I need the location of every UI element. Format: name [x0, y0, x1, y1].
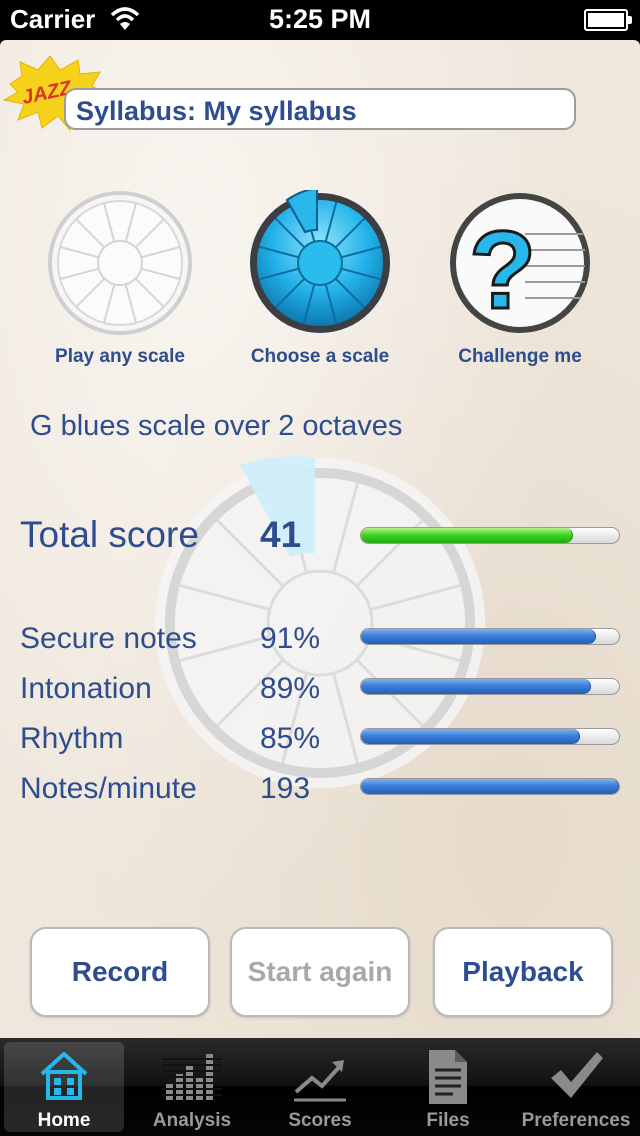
start-again-button[interactable]: Start again [230, 927, 410, 1017]
playback-button[interactable]: Playback [433, 927, 613, 1017]
rhythm-bar [360, 728, 620, 745]
home-icon [40, 1052, 88, 1100]
secure-notes-bar [360, 628, 620, 645]
play-any-scale-label: Play any scale [55, 346, 185, 367]
tab-scores[interactable]: Scores [256, 1038, 384, 1136]
tab-files-label: Files [426, 1110, 470, 1131]
line-chart-icon [294, 1060, 346, 1102]
total-score-value: 41 [260, 514, 302, 555]
bars-icon [162, 1054, 222, 1100]
challenge-me-label: Challenge me [458, 346, 582, 367]
question-staff-icon: ? [450, 193, 590, 334]
tab-scores-label: Scores [288, 1110, 352, 1131]
tab-bar: Home Analysis Scores Files Preferences [0, 1038, 640, 1136]
intonation-bar [360, 678, 620, 695]
wheel-grey-icon [48, 191, 192, 335]
rhythm-label: Rhythm [20, 722, 124, 755]
home-screen: JAZZ Syllabus: My syllabus Play any scal… [0, 40, 640, 1038]
notes-per-minute-bar [360, 778, 620, 795]
choose-a-scale-button[interactable]: Choose a scale [220, 190, 420, 368]
notes-per-minute-value: 193 [260, 772, 311, 805]
tab-preferences-label: Preferences [521, 1110, 631, 1131]
intonation-label: Intonation [20, 672, 152, 705]
status-bar: Carrier 5:25 PM [0, 0, 640, 40]
record-button[interactable]: Record [30, 927, 210, 1017]
tab-analysis[interactable]: Analysis [128, 1038, 256, 1136]
document-icon [429, 1050, 467, 1104]
secure-notes-value: 91% [260, 622, 321, 655]
tab-analysis-label: Analysis [152, 1110, 232, 1131]
total-score-label: Total score [20, 514, 199, 555]
secure-notes-label: Secure notes [20, 622, 197, 655]
tab-preferences[interactable]: Preferences [512, 1038, 640, 1136]
tab-home-label: Home [37, 1110, 91, 1131]
checkmark-icon [551, 1052, 603, 1098]
choose-a-scale-label: Choose a scale [250, 346, 390, 367]
play-any-scale-button[interactable]: Play any scale [20, 190, 220, 368]
intonation-value: 89% [260, 672, 321, 705]
battery-icon [584, 9, 632, 31]
wheel-blue-icon [250, 190, 390, 333]
svg-text:?: ? [469, 209, 536, 332]
syllabus-selector[interactable]: Syllabus: My syllabus [64, 88, 576, 130]
tab-home[interactable]: Home [0, 1038, 128, 1136]
clock: 5:25 PM [268, 4, 372, 34]
notes-per-minute-label: Notes/minute [20, 772, 197, 805]
total-score-bar [360, 527, 620, 544]
tab-files[interactable]: Files [384, 1038, 512, 1136]
challenge-me-button[interactable]: ? Challenge me [420, 190, 620, 368]
rhythm-value: 85% [260, 722, 321, 755]
scale-title: G blues scale over 2 octaves [30, 410, 403, 442]
